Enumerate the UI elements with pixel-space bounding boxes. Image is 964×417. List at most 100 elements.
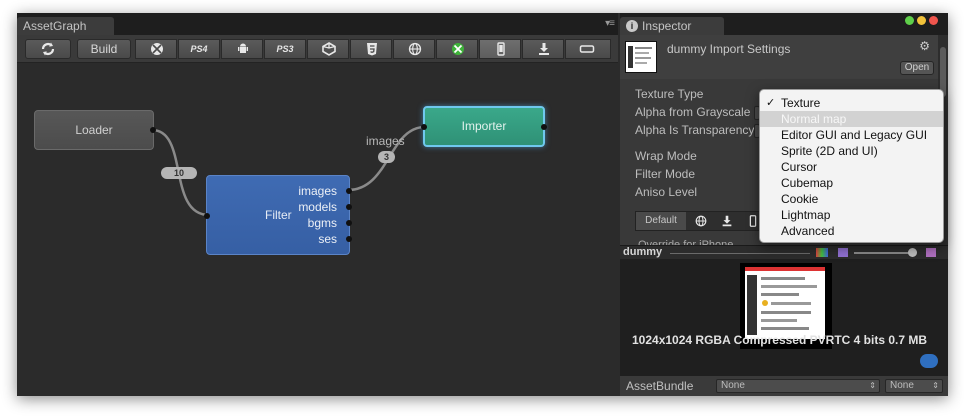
edge-count-badge: 3 — [378, 151, 395, 163]
thumbnail-graphic — [628, 46, 652, 68]
html5-icon — [367, 43, 377, 56]
gear-icon[interactable]: ⚙ — [919, 39, 930, 53]
output-port[interactable] — [346, 220, 352, 226]
option-label: Cubemap — [781, 176, 834, 190]
phone-icon[interactable] — [746, 214, 760, 228]
ps3-icon: PS3 — [276, 44, 294, 54]
platform-tab-download[interactable] — [522, 39, 564, 59]
dropdown-option-lightmap[interactable]: Lightmap — [760, 207, 943, 223]
dropdown-option-cookie[interactable]: Cookie — [760, 191, 943, 207]
dropdown-option-texture[interactable]: ✓ Texture — [760, 95, 943, 111]
mip-slider[interactable] — [854, 252, 914, 254]
tab-label: Inspector — [642, 19, 692, 33]
node-filter[interactable]: Filter images models bgms ses — [204, 175, 352, 255]
preview-image-content — [745, 267, 825, 339]
download-icon[interactable] — [720, 214, 734, 228]
inspector-tabbar: i Inspector — [620, 13, 948, 35]
build-button[interactable]: Build — [77, 39, 131, 59]
texture-type-dropdown: ✓ Texture Normal map Editor GUI and Legac… — [759, 89, 944, 243]
node-label: Filter — [265, 208, 292, 222]
checker-icon[interactable] — [926, 248, 936, 257]
platform-tab-xbox-one[interactable] — [436, 39, 478, 59]
platform-tab-web[interactable] — [393, 39, 435, 59]
tab-asset-graph[interactable]: AssetGraph — [17, 17, 114, 35]
asset-variant-select[interactable]: None ⇕ — [885, 379, 943, 393]
platform-tab-android[interactable] — [221, 39, 263, 59]
dropdown-option-normal-map[interactable]: Normal map — [760, 111, 943, 127]
platform-tab-xbox360[interactable] — [135, 39, 177, 59]
edge-count-badge: 10 — [161, 167, 197, 179]
asset-bundle-bar: AssetBundle None ⇕ None ⇕ — [620, 376, 948, 396]
asset-graph-panel: AssetGraph ▾≡ Build PS4 PS3 10 images 3 … — [17, 13, 618, 396]
output-port[interactable] — [150, 127, 156, 133]
node-importer[interactable]: Importer — [421, 106, 547, 147]
edge-label-images: images — [366, 134, 405, 148]
output-label: images — [298, 184, 337, 198]
maximize-icon[interactable] — [905, 16, 914, 25]
platform-tab-unity[interactable] — [307, 39, 349, 59]
graph-canvas[interactable]: 10 images 3 Loader Filter images models … — [17, 64, 618, 396]
minimize-icon[interactable] — [917, 16, 926, 25]
option-label: Sprite (2D and UI) — [781, 144, 878, 158]
check-icon: ✓ — [766, 97, 776, 109]
preview-divider — [670, 253, 810, 254]
preview-title: dummy — [623, 246, 663, 258]
preview-graphic — [745, 267, 825, 335]
output-port[interactable] — [346, 204, 352, 210]
asset-bundle-select[interactable]: None ⇕ — [716, 379, 880, 393]
dropdown-option-editor-gui[interactable]: Editor GUI and Legacy GUI — [760, 127, 943, 143]
prop-wrap-mode: Wrap Mode — [635, 149, 697, 163]
download-icon — [539, 43, 549, 55]
tag-icon[interactable] — [920, 354, 938, 368]
refresh-icon — [41, 42, 55, 56]
output-label: bgms — [307, 216, 337, 230]
select-value: None — [721, 380, 745, 391]
platform-tab-ps4[interactable]: PS4 — [178, 39, 220, 59]
dropdown-option-sprite[interactable]: Sprite (2D and UI) — [760, 143, 943, 159]
platform-tab-tv[interactable] — [565, 39, 611, 59]
dropdown-option-cursor[interactable]: Cursor — [760, 159, 943, 175]
close-icon[interactable] — [929, 16, 938, 25]
inspector-title: dummy Import Settings — [667, 42, 791, 56]
dropdown-option-advanced[interactable]: Advanced — [760, 223, 943, 239]
prop-aniso-level: Aniso Level — [635, 185, 698, 199]
select-value: None — [890, 380, 914, 391]
platform-tab-phone[interactable] — [479, 39, 521, 59]
alpha-channel-icon[interactable] — [838, 248, 848, 257]
panel-menu-icon[interactable]: ▾≡ — [605, 18, 615, 29]
platform-tab-html5[interactable] — [350, 39, 392, 59]
preview-toolbar: dummy — [620, 245, 948, 259]
output-port[interactable] — [346, 188, 352, 194]
xbox-one-icon — [452, 43, 464, 55]
tab-default[interactable]: Default — [636, 212, 686, 230]
prop-filter-mode: Filter Mode — [635, 167, 696, 181]
prop-alpha-is-transparency: Alpha Is Transparency — [635, 123, 755, 137]
option-label: Editor GUI and Legacy GUI — [781, 128, 928, 142]
tab-inspector[interactable]: i Inspector — [620, 17, 724, 35]
node-label: Loader — [75, 123, 113, 137]
texture-thumbnail — [625, 41, 657, 73]
node-loader[interactable]: Loader — [34, 110, 156, 150]
input-port[interactable] — [421, 124, 427, 130]
output-port[interactable] — [346, 236, 352, 242]
input-port[interactable] — [204, 213, 210, 219]
option-label: Cookie — [781, 192, 819, 206]
option-label: Advanced — [781, 224, 835, 238]
prop-alpha-from-grayscale: Alpha from Grayscale — [635, 105, 751, 119]
output-port[interactable] — [541, 124, 547, 130]
android-icon — [238, 43, 248, 53]
option-label: Lightmap — [781, 208, 831, 222]
rgb-channel-icon[interactable] — [816, 248, 828, 257]
refresh-button[interactable] — [25, 39, 71, 59]
platform-tab-ps3[interactable]: PS3 — [264, 39, 306, 59]
xbox360-icon — [151, 43, 163, 55]
web-icon[interactable] — [694, 214, 708, 228]
open-button[interactable]: Open — [900, 61, 934, 75]
select-arrow-icon: ⇕ — [869, 381, 876, 390]
mip-slider-handle[interactable] — [908, 248, 917, 257]
dropdown-option-cubemap[interactable]: Cubemap — [760, 175, 943, 191]
option-label: Texture — [781, 96, 821, 110]
option-label: Normal map — [781, 112, 847, 126]
web-icon — [408, 42, 422, 56]
asset-bundle-label: AssetBundle — [626, 379, 694, 393]
